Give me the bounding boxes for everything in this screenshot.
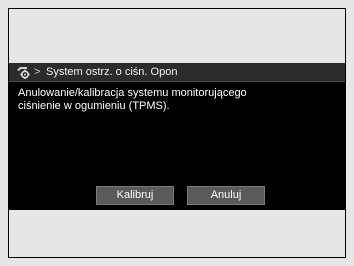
message-line-1: Anulowanie/kalibracja systemu monitorują… bbox=[18, 87, 247, 99]
page-title: System ostrz. o ciśn. Opon bbox=[46, 66, 178, 78]
title-bar: > System ostrz. o ciśn. Opon bbox=[9, 63, 345, 82]
message-line-2: ciśnienie w ogumieniu (TPMS). bbox=[18, 100, 170, 112]
cancel-button[interactable]: Anuluj bbox=[187, 186, 265, 205]
breadcrumb-separator: > bbox=[34, 66, 41, 78]
message-text: Anulowanie/kalibracja systemu monitorują… bbox=[18, 87, 338, 113]
calibrate-button[interactable]: Kalibruj bbox=[96, 186, 174, 205]
gear-car-icon bbox=[17, 67, 30, 79]
tpms-screen: > System ostrz. o ciśn. Opon Anulowanie/… bbox=[9, 63, 345, 210]
